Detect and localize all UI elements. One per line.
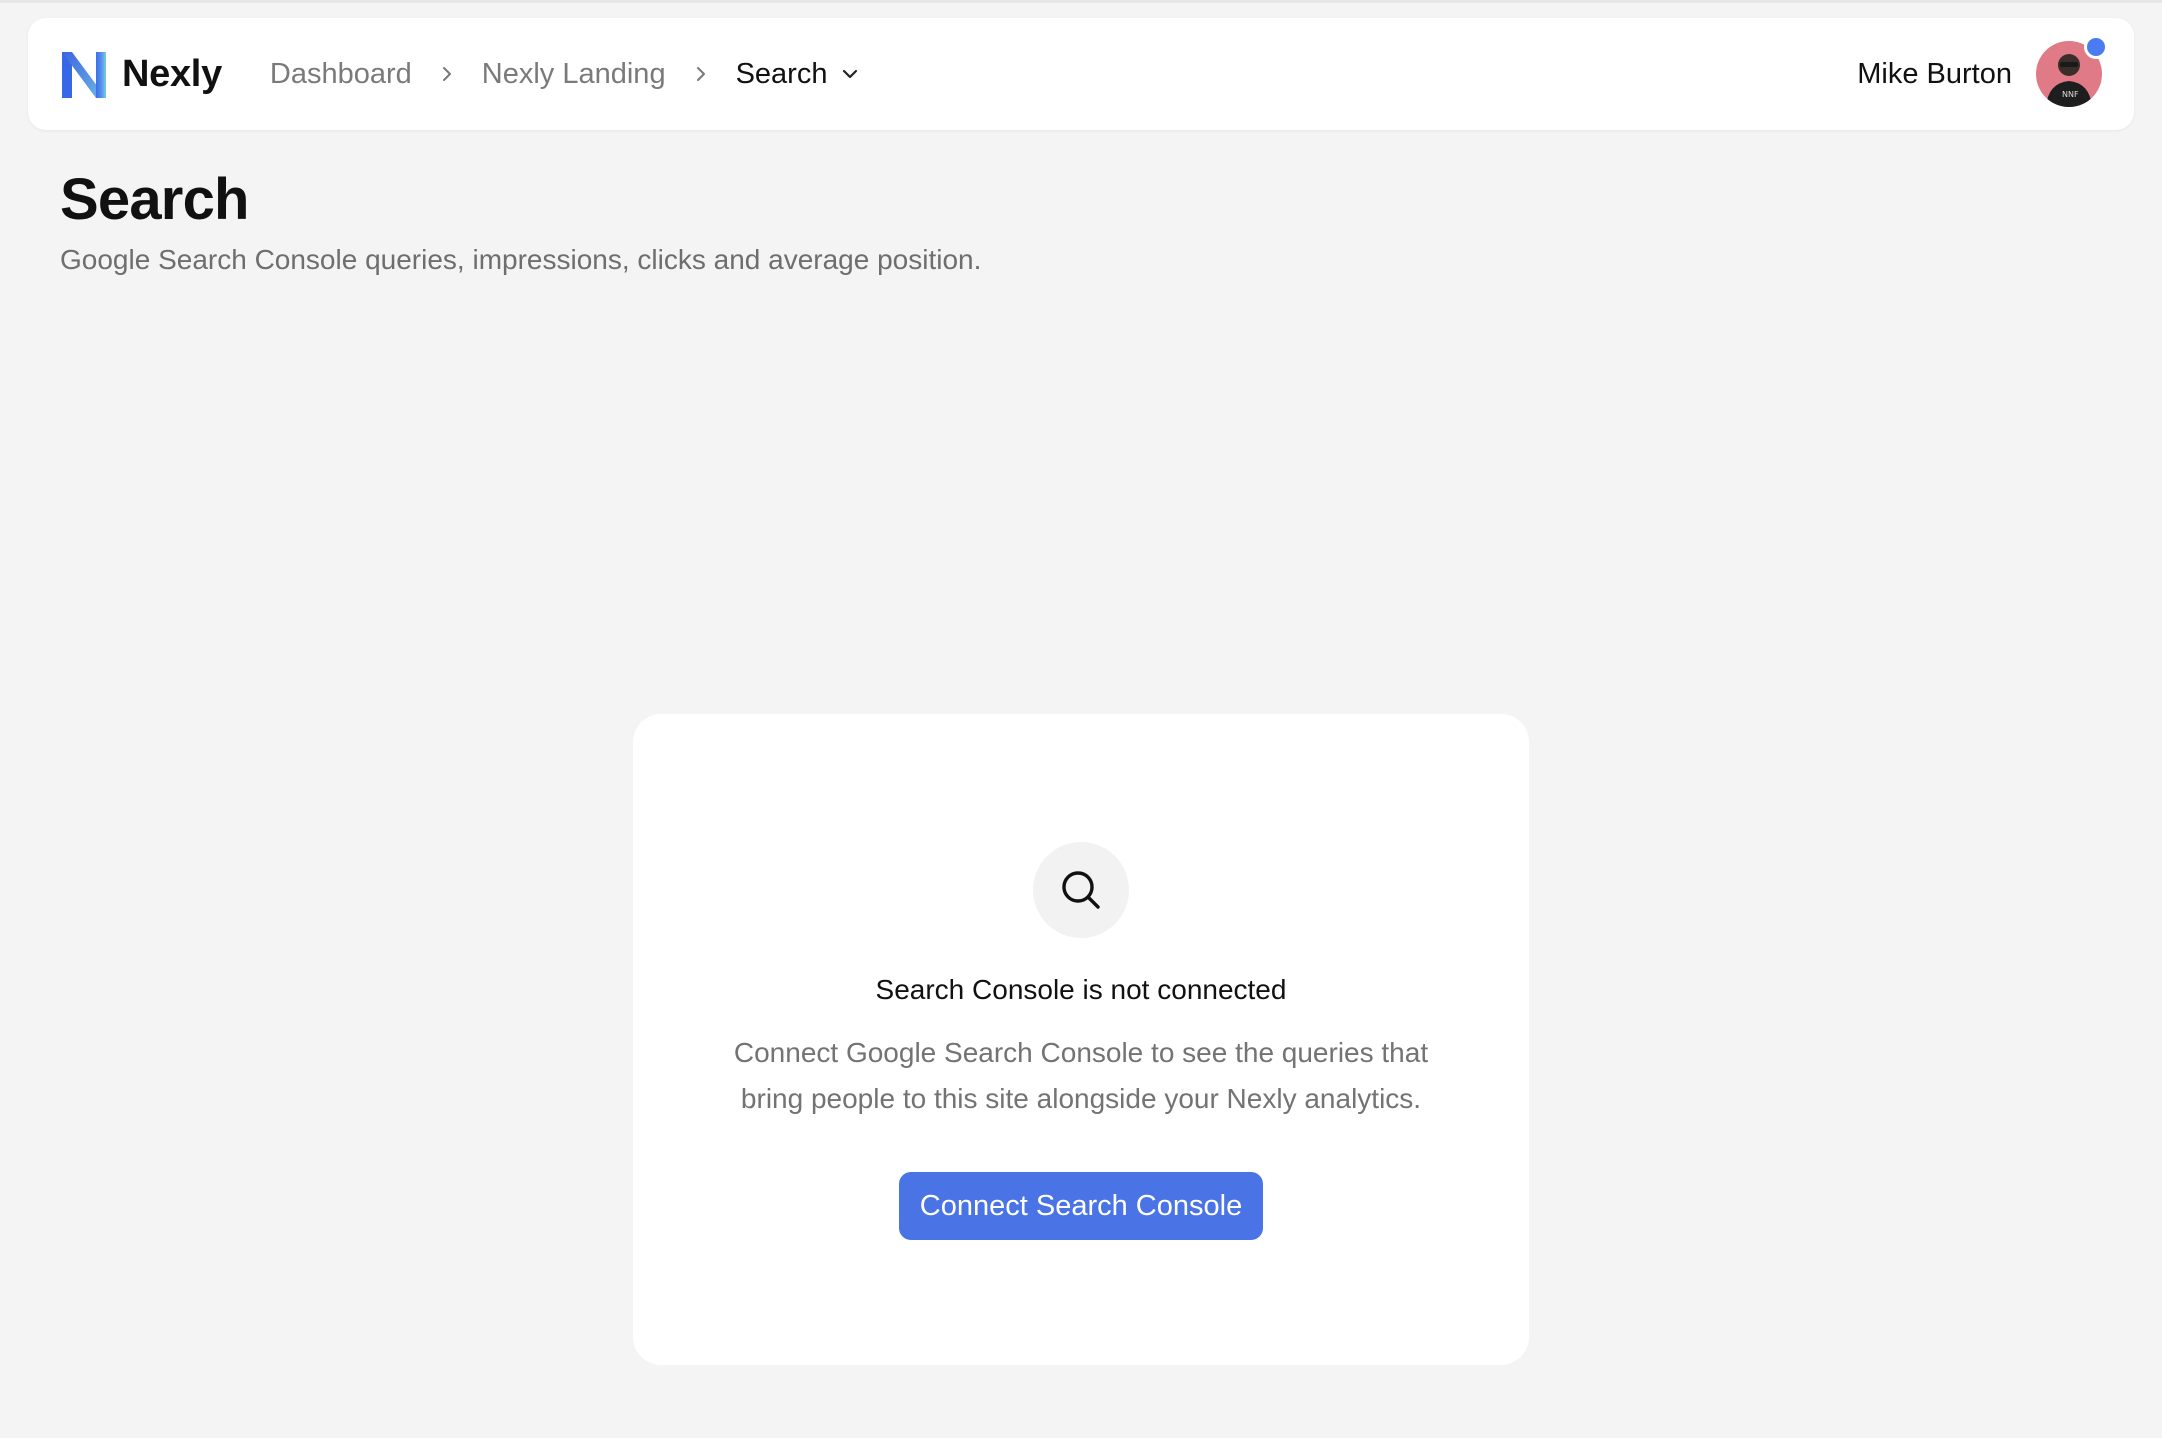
- empty-state-icon-circle: [1033, 842, 1129, 938]
- chevron-right-icon: [696, 67, 705, 81]
- brand-name: Nexly: [122, 52, 222, 95]
- empty-state-title: Search Console is not connected: [875, 974, 1287, 1005]
- avatar[interactable]: NNF: [2036, 35, 2108, 107]
- online-status-dot: [2084, 35, 2108, 59]
- breadcrumb-dashboard[interactable]: Dashboard: [270, 58, 412, 91]
- chevron-down-icon: [843, 69, 858, 79]
- breadcrumb: Dashboard Nexly Landing Search: [270, 58, 860, 91]
- search-icon: [1062, 871, 1100, 909]
- top-divider: [0, 0, 2162, 3]
- top-navbar: Nexly Dashboard Nexly Landing Search Mik…: [28, 18, 2134, 130]
- nexly-logo-icon: [62, 52, 106, 98]
- breadcrumb-current-label: Search: [735, 57, 828, 90]
- empty-state-card: Search Console is not connected Connect …: [633, 714, 1529, 1365]
- user-menu[interactable]: Mike Burton NNF: [1857, 35, 2108, 107]
- brand[interactable]: Nexly: [60, 48, 222, 100]
- svg-text:NNF: NNF: [2062, 90, 2079, 99]
- page-title: Search: [60, 167, 249, 232]
- breadcrumb-current-dropdown[interactable]: Search: [736, 58, 860, 91]
- breadcrumb-nexly-landing[interactable]: Nexly Landing: [482, 58, 666, 91]
- user-name: Mike Burton: [1857, 57, 2012, 90]
- connect-search-console-button[interactable]: Connect Search Console: [898, 1172, 1264, 1240]
- page-subtitle: Google Search Console queries, impressio…: [60, 244, 982, 275]
- chevron-right-icon: [442, 67, 451, 81]
- empty-state-description: Connect Google Search Console to see the…: [733, 1037, 1429, 1114]
